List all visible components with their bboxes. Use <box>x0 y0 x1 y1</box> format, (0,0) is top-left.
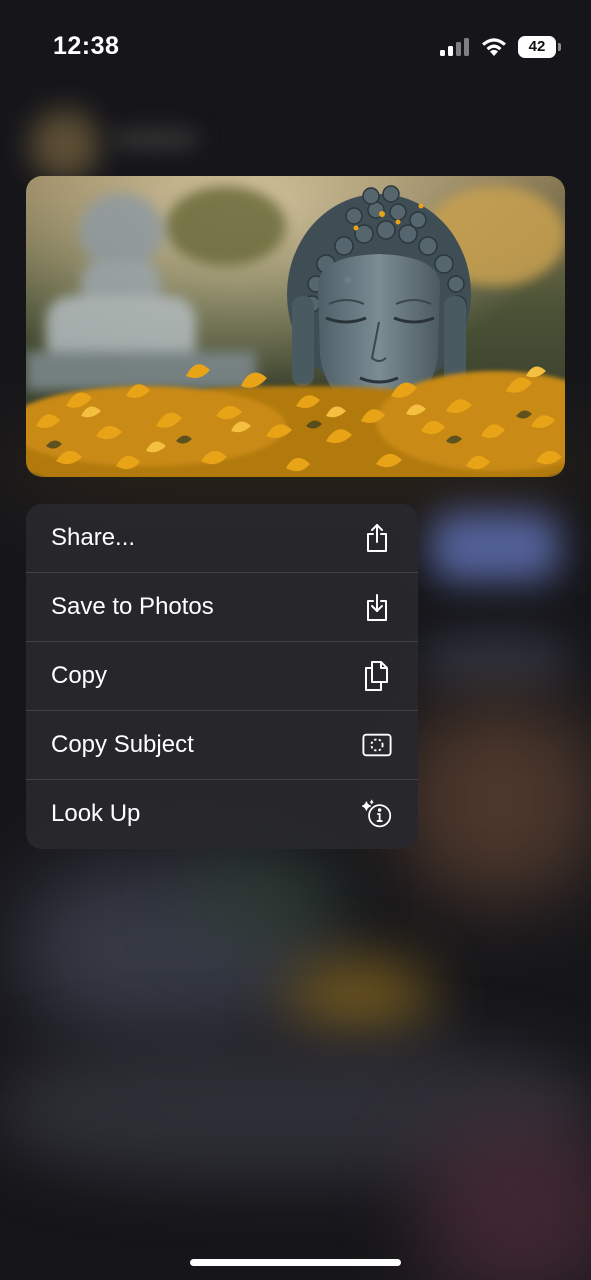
menu-item-label: Share... <box>51 524 136 551</box>
status-bar: 12:38 42 <box>0 0 591 94</box>
menu-item-share[interactable]: Share... <box>26 504 418 573</box>
blurred-element <box>420 1120 591 1280</box>
menu-item-label: Save to Photos <box>51 593 214 620</box>
blurred-name <box>110 128 200 150</box>
copy-subject-icon <box>362 730 392 760</box>
blurred-element <box>420 630 570 690</box>
blurred-button <box>430 512 560 582</box>
share-icon <box>362 523 392 553</box>
menu-item-label: Look Up <box>51 800 141 827</box>
menu-item-label: Copy <box>51 662 108 689</box>
battery-level: 42 <box>528 38 546 55</box>
menu-item-copy-subject[interactable]: Copy Subject <box>26 711 418 780</box>
blurred-element <box>190 860 340 940</box>
look-up-icon <box>362 799 392 829</box>
image-preview[interactable] <box>26 176 565 477</box>
status-time: 12:38 <box>53 32 120 60</box>
copy-icon <box>362 661 392 691</box>
menu-item-save-to-photos[interactable]: Save to Photos <box>26 573 418 642</box>
blurred-avatar <box>30 110 100 180</box>
menu-item-label: Copy Subject <box>51 731 194 758</box>
home-indicator[interactable] <box>190 1259 401 1266</box>
save-to-photos-icon <box>362 592 392 622</box>
blurred-element <box>290 960 430 1040</box>
context-menu: Share... Save to Photos Copy Copy Subjec… <box>26 504 418 849</box>
wifi-icon <box>482 38 506 56</box>
cellular-signal-icon <box>440 38 469 56</box>
blurred-element <box>400 700 591 900</box>
menu-item-copy[interactable]: Copy <box>26 642 418 711</box>
menu-item-look-up[interactable]: Look Up <box>26 780 418 848</box>
battery-icon: 42 <box>518 36 562 58</box>
